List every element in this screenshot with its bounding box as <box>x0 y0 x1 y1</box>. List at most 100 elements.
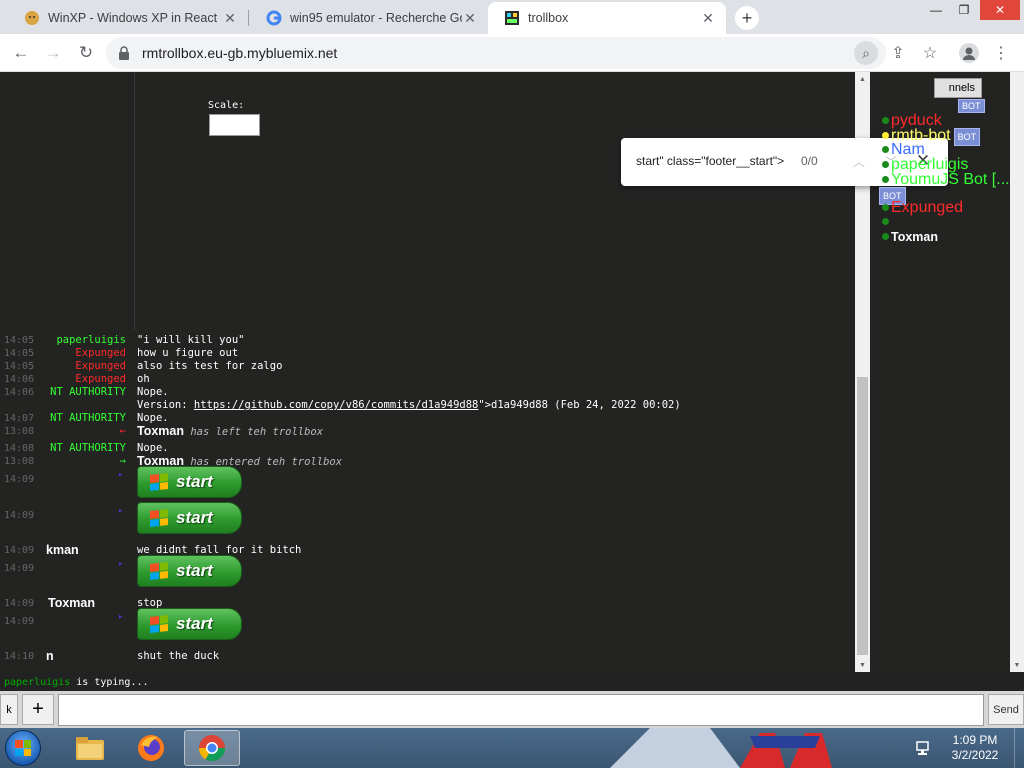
start-orb-button[interactable] <box>5 730 41 766</box>
forward-button[interactable]: → <box>40 40 66 66</box>
minimize-button[interactable]: — <box>922 0 950 20</box>
fake-start-button[interactable]: start <box>137 555 242 587</box>
status-dot-icon <box>882 161 889 169</box>
user-name: Toxman <box>891 230 938 244</box>
tab-winxp[interactable]: WinXP - Windows XP in React ✕ <box>8 2 248 34</box>
chat-scroll-thumb[interactable] <box>857 377 868 655</box>
user-list-item[interactable]: paperluigis <box>882 157 968 173</box>
message-text: Version: https://github.com/copy/v86/com… <box>137 399 681 412</box>
back-button[interactable]: ← <box>8 40 34 66</box>
scale-input[interactable] <box>209 114 260 136</box>
restore-button[interactable]: ❐ <box>950 0 978 20</box>
new-tab-button[interactable]: + <box>735 6 759 30</box>
typing-text: is typing... <box>76 677 149 688</box>
close-icon[interactable]: ✕ <box>700 10 716 26</box>
reload-button[interactable]: ↻ <box>73 40 99 66</box>
start-label: start <box>176 614 213 633</box>
typing-nick: paperluigis <box>4 677 71 688</box>
message-text: also its test for zalgo <box>137 360 283 372</box>
scroll-up-arrow-icon[interactable]: ▲ <box>855 72 870 86</box>
status-dot-icon <box>882 218 889 226</box>
message-timestamp: 14:09 <box>4 598 35 609</box>
file-explorer-taskbar-button[interactable] <box>62 730 118 766</box>
chat-message: 14:06 Expunged oh <box>0 373 855 386</box>
tab-win95-search[interactable]: win95 emulator - Recherche Goo ✕ <box>250 2 488 34</box>
user-list-item[interactable]: rmtb-bot BOT <box>882 128 981 146</box>
message-nick[interactable]: NT AUTHORITY <box>50 442 126 455</box>
profile-avatar[interactable] <box>956 40 982 66</box>
show-desktop-button[interactable] <box>1014 728 1024 768</box>
wallpaper-fragment <box>610 728 832 768</box>
close-icon[interactable]: ✕ <box>462 10 478 26</box>
fake-start-button[interactable]: start <box>137 466 242 498</box>
network-icon[interactable] <box>915 739 933 757</box>
user-list-item[interactable] <box>882 215 891 229</box>
tab-trollbox[interactable]: trollbox ✕ <box>488 2 726 34</box>
scroll-down-arrow-icon[interactable]: ▼ <box>1010 658 1024 672</box>
windows-flag-icon <box>150 473 168 491</box>
find-input[interactable]: start" class="footer__start"> <box>636 154 784 168</box>
status-dot-icon <box>882 132 889 140</box>
find-page-icon[interactable]: ⌕ <box>854 41 878 65</box>
message-input[interactable] <box>58 694 984 726</box>
message-nick[interactable]: ▸ <box>118 559 123 569</box>
scroll-down-arrow-icon[interactable]: ▼ <box>855 658 870 672</box>
message-timestamp: 14:09 <box>4 616 35 627</box>
tab-title: WinXP - Windows XP in React <box>48 11 218 25</box>
chat-message: Version: https://github.com/copy/v86/com… <box>0 399 855 412</box>
message-text: how u figure out <box>137 347 239 359</box>
window-close-button[interactable]: ✕ <box>980 0 1020 20</box>
message-nick[interactable]: kman <box>46 544 79 557</box>
chrome-taskbar-button[interactable] <box>184 730 240 766</box>
message-timestamp: 13:08 <box>4 456 35 467</box>
message-timestamp: 14:06 <box>4 387 35 398</box>
browser-menu-icon[interactable]: ⋮ <box>988 40 1014 66</box>
user-list-item[interactable]: pyduck <box>882 113 942 129</box>
message-nick[interactable]: NT AUTHORITY <box>50 386 126 399</box>
user-list-item[interactable]: Nam <box>882 142 925 158</box>
message-timestamp: 14:08 <box>4 443 35 454</box>
event-user[interactable]: Toxman <box>137 424 184 438</box>
message-nick[interactable]: ← <box>120 425 126 438</box>
send-button[interactable]: Send <box>988 694 1024 725</box>
find-previous-icon[interactable]: ︿ <box>849 150 869 172</box>
fake-start-button[interactable]: start <box>137 502 242 534</box>
clock-time: 1:09 PM <box>952 733 998 747</box>
windows-taskbar: 1:09 PM 3/2/2022 <box>0 728 1024 768</box>
url-text: rmtrollbox.eu-gb.mybluemix.net <box>142 45 338 61</box>
message-nick[interactable]: n <box>46 650 54 663</box>
close-icon[interactable]: ✕ <box>222 10 238 26</box>
fake-start-button[interactable]: start <box>137 608 242 640</box>
system-clock[interactable]: 1:09 PM 3/2/2022 <box>940 733 1010 763</box>
status-dot-icon <box>882 117 889 125</box>
add-button[interactable]: + <box>22 694 54 725</box>
status-dot-icon <box>882 146 889 154</box>
user-list-item[interactable]: YoumuJS Bot [... BOT <box>879 172 1010 205</box>
doge-icon <box>24 10 40 26</box>
message-nick[interactable]: Toxman <box>48 597 95 610</box>
message-timestamp: 14:07 <box>4 413 35 424</box>
user-list-scrollbar[interactable] <box>1010 72 1024 672</box>
message-nick[interactable]: NT AUTHORITY <box>50 412 126 425</box>
message-nick[interactable]: ▸ <box>118 612 123 622</box>
chat-message: 14:05 Expunged how u figure out <box>0 347 855 360</box>
firefox-taskbar-button[interactable] <box>123 730 179 766</box>
message-nick[interactable]: Expunged <box>75 347 126 360</box>
channels-button[interactable]: nnels <box>934 78 982 98</box>
message-nick[interactable]: ▸ <box>118 506 123 516</box>
k-button[interactable]: k <box>0 694 18 725</box>
commit-link[interactable]: https://github.com/copy/v86/commits/d1a9… <box>194 399 478 411</box>
user-list-item[interactable]: Toxman <box>882 230 938 244</box>
user-list-item[interactable]: Expunged <box>882 200 963 216</box>
share-icon[interactable]: ⇪ <box>885 40 911 66</box>
message-nick[interactable]: paperluigis <box>56 334 126 347</box>
chat-message: 14:06 NT AUTHORITY Nope. <box>0 386 855 399</box>
tab-title: win95 emulator - Recherche Goo <box>290 11 462 25</box>
tab-strip: WinXP - Windows XP in React ✕ win95 emul… <box>0 0 1024 34</box>
bookmark-star-icon[interactable]: ☆ <box>917 40 943 66</box>
message-nick[interactable]: Expunged <box>75 360 126 373</box>
address-bar[interactable]: rmtrollbox.eu-gb.mybluemix.net ⌕ <box>106 37 886 69</box>
message-nick[interactable]: Expunged <box>75 373 126 386</box>
message-nick[interactable]: → <box>120 455 126 468</box>
message-nick[interactable]: ▸ <box>118 470 123 480</box>
